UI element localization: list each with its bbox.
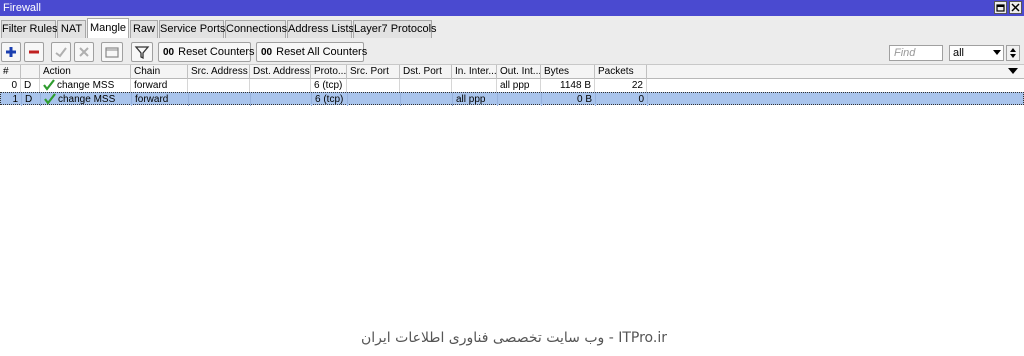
row-out-interface: all ppp <box>497 79 541 92</box>
row-dst-port <box>400 79 452 92</box>
row-action-label: change MSS <box>57 80 115 91</box>
disable-icon <box>79 47 89 57</box>
column-header-protocol[interactable]: Proto... <box>311 65 347 79</box>
row-src-port <box>347 79 400 92</box>
reset-counters-label: Reset Counters <box>178 46 255 58</box>
enable-button[interactable] <box>51 42 71 62</box>
row-bytes: 1148 B <box>541 79 595 92</box>
restore-button[interactable] <box>994 1 1007 14</box>
row-number: 1 <box>1 93 22 106</box>
tab-service-ports[interactable]: Service Ports <box>159 20 225 38</box>
row-action-label: change MSS <box>58 94 116 105</box>
tab-raw[interactable]: Raw <box>130 20 158 38</box>
tab-address-lists[interactable]: Address Lists <box>287 20 354 38</box>
column-header-dst-address[interactable]: Dst. Address <box>250 65 311 79</box>
check-icon <box>44 93 56 105</box>
column-header-number[interactable]: # <box>0 65 21 79</box>
tab-filter-rules[interactable]: Filter Rules <box>1 20 58 38</box>
tab-mangle[interactable]: Mangle <box>87 18 129 38</box>
column-header-action[interactable]: Action <box>40 65 131 79</box>
column-header-packets[interactable]: Packets <box>595 65 647 79</box>
reset-counters-button[interactable]: 00 Reset Counters <box>158 42 255 62</box>
tab-layer7-protocols[interactable]: Layer7 Protocols <box>353 20 437 38</box>
column-header-src-port[interactable]: Src. Port <box>347 65 400 79</box>
row-action: change MSS <box>40 79 131 92</box>
row-dst-port <box>401 93 453 106</box>
find-input[interactable]: Find <box>889 45 943 61</box>
close-icon <box>1011 3 1020 12</box>
counter-icon: 00 <box>163 47 175 58</box>
add-icon <box>6 47 16 57</box>
filter-select-value: all <box>953 47 965 59</box>
row-action: change MSS <box>41 93 132 106</box>
column-header-in-interface[interactable]: In. Inter... <box>452 65 497 79</box>
row-src-port <box>348 93 401 106</box>
tab-bar: Filter Rules NAT Mangle Raw Service Port… <box>0 16 1024 38</box>
filter-button[interactable] <box>131 42 153 62</box>
remove-icon <box>29 50 39 54</box>
counter-all-icon: 00 <box>261 47 273 58</box>
close-button[interactable] <box>1009 1 1022 14</box>
watermark: ITPro.ir - وب سایت تخصصی فناوری اطلاعات … <box>361 330 667 346</box>
toolbar: 00 Reset Counters 00 Reset All Counters <box>0 38 1024 65</box>
column-header-out-interface[interactable]: Out. Int... <box>497 65 541 79</box>
row-chain: forward <box>131 79 188 92</box>
column-header-flag[interactable] <box>21 65 40 79</box>
row-in-interface: all ppp <box>453 93 498 106</box>
row-out-interface <box>498 93 542 106</box>
row-bytes: 0 B <box>542 93 596 106</box>
arrow-down-icon <box>1010 54 1016 58</box>
reset-all-counters-label: Reset All Counters <box>276 46 368 58</box>
check-icon <box>43 79 55 91</box>
arrow-up-icon <box>1010 48 1016 52</box>
reset-all-counters-button[interactable]: 00 Reset All Counters <box>256 42 368 62</box>
add-button[interactable] <box>1 42 21 62</box>
columns-menu-icon[interactable] <box>1008 68 1018 74</box>
disable-button[interactable] <box>74 42 94 62</box>
window-title: Firewall <box>3 2 41 14</box>
comment-button[interactable] <box>101 42 123 62</box>
restore-icon <box>996 4 1005 12</box>
filter-icon <box>134 46 150 60</box>
filter-spinner[interactable] <box>1006 45 1020 61</box>
column-header-dst-port[interactable]: Dst. Port <box>400 65 452 79</box>
table-row-selected[interactable]: 1 D change MSS forward 6 (tcp) all ppp 0… <box>0 92 1024 106</box>
filter-select[interactable]: all <box>949 45 1004 61</box>
row-dst-address <box>250 79 311 92</box>
remove-button[interactable] <box>24 42 44 62</box>
row-src-address <box>189 93 251 106</box>
table-body-empty-area[interactable] <box>0 106 1024 356</box>
column-header-chain[interactable]: Chain <box>131 65 188 79</box>
row-dst-address <box>251 93 312 106</box>
row-number: 0 <box>0 79 21 92</box>
tab-nat[interactable]: NAT <box>57 20 86 38</box>
chevron-down-icon <box>993 50 1001 55</box>
window-titlebar[interactable]: Firewall <box>0 0 1024 16</box>
row-flag: D <box>22 93 41 106</box>
row-src-address <box>188 79 250 92</box>
row-in-interface <box>452 79 497 92</box>
enable-icon <box>55 47 67 58</box>
row-protocol: 6 (tcp) <box>312 93 348 106</box>
tab-connections[interactable]: Connections <box>225 20 287 38</box>
row-chain: forward <box>132 93 189 106</box>
row-packets: 0 <box>596 93 648 106</box>
row-flag: D <box>21 79 40 92</box>
row-packets: 22 <box>595 79 647 92</box>
table-header: # Action Chain Src. Address Dst. Address… <box>0 65 1024 79</box>
column-header-src-address[interactable]: Src. Address <box>188 65 250 79</box>
row-protocol: 6 (tcp) <box>311 79 347 92</box>
comment-icon <box>105 47 119 58</box>
table-row[interactable]: 0 D change MSS forward 6 (tcp) all ppp 1… <box>0 79 1024 92</box>
column-header-bytes[interactable]: Bytes <box>541 65 595 79</box>
